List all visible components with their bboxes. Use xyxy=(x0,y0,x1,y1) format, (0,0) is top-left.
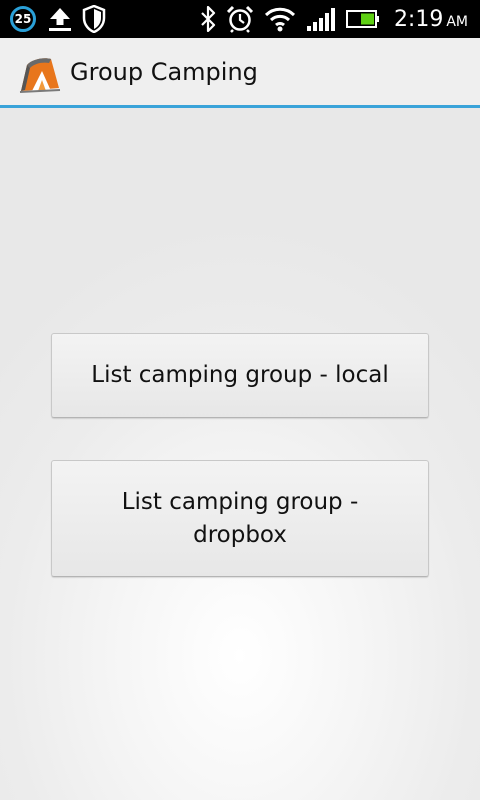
alarm-icon xyxy=(226,5,253,33)
status-bar: 25 2:19 AM xyxy=(0,0,480,38)
list-dropbox-label: List camping group - dropbox xyxy=(121,488,359,548)
upload-icon xyxy=(49,8,71,31)
clock-time: 2:19 xyxy=(393,6,444,32)
shield-icon xyxy=(82,5,106,33)
battery-icon xyxy=(345,10,379,28)
status-clock: 2:19 AM xyxy=(394,7,468,32)
list-local-button[interactable]: List camping group - local xyxy=(51,333,429,418)
bluetooth-icon xyxy=(201,6,216,32)
signal-icon xyxy=(306,8,335,31)
notification-count-badge: 25 xyxy=(10,6,36,32)
wifi-icon xyxy=(264,7,295,32)
status-bar-left: 25 xyxy=(10,4,116,34)
list-local-label: List camping group - local xyxy=(91,362,389,388)
tent-logo-icon[interactable] xyxy=(18,54,62,94)
action-bar: Group Camping xyxy=(0,38,480,108)
list-dropbox-button[interactable]: List camping group - dropbox xyxy=(51,460,429,577)
status-bar-right: 2:19 AM xyxy=(200,4,468,34)
clock-ampm: AM xyxy=(446,13,468,30)
app-title: Group Camping xyxy=(70,58,258,86)
